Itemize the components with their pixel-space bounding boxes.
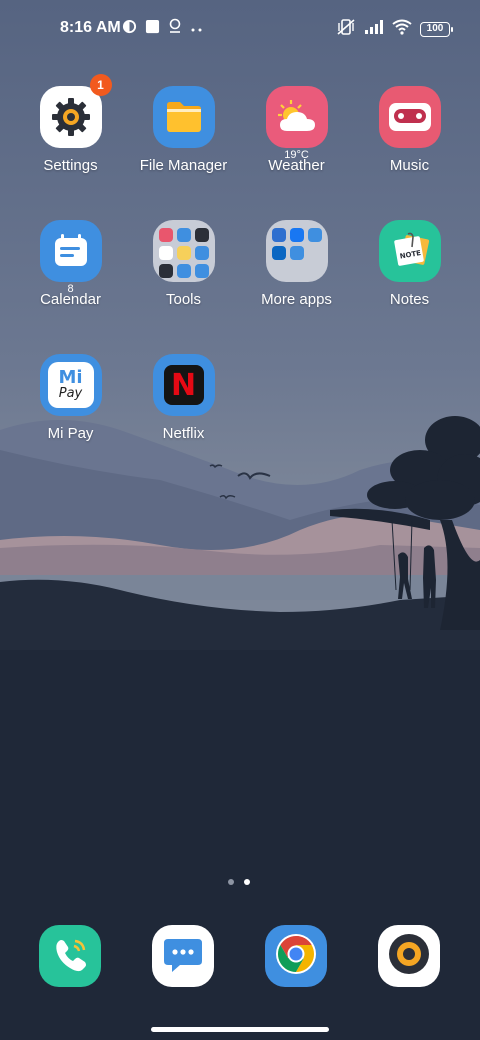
mi-remote-mini-icon — [176, 264, 191, 278]
mi-pay-logo-bottom: Pay — [58, 386, 83, 401]
store-mini-icon — [271, 228, 286, 242]
page-dot[interactable] — [228, 879, 234, 885]
more-apps-folder-icon — [265, 220, 328, 282]
battery-icon: 100 — [420, 22, 453, 37]
app-mini-icon — [289, 246, 304, 260]
note-icon: NOTE — [378, 220, 441, 282]
app-settings[interactable]: 1 Settings — [14, 74, 127, 174]
temperature-text: 19°C — [284, 149, 309, 161]
home-indicator[interactable] — [151, 1027, 329, 1032]
more-dots-icon — [190, 20, 204, 38]
mi-pay-logo-top: Mi — [58, 367, 83, 388]
app-label: Tools — [165, 291, 202, 308]
mi-pay-icon: Mi Pay — [39, 354, 102, 416]
page-indicator[interactable] — [228, 879, 250, 885]
dock-phone[interactable] — [39, 925, 101, 987]
status-bar: 8:16 AM 100 — [0, 14, 480, 42]
dock-camera[interactable] — [378, 925, 440, 987]
app-label: More apps — [261, 291, 332, 308]
page-dot-current[interactable] — [244, 879, 250, 885]
calendar-icon: 8 — [39, 220, 102, 295]
app-notes[interactable]: NOTE Notes — [353, 220, 466, 308]
sync-icon — [122, 19, 137, 39]
app-calendar[interactable]: 8 Calendar — [14, 220, 127, 308]
camera-mini-icon — [158, 246, 173, 260]
cassette-icon — [378, 86, 441, 148]
vibrate-off-icon — [336, 18, 356, 41]
gear-icon: 1 — [39, 74, 112, 148]
app-netflix[interactable]: N Netflix — [127, 354, 240, 442]
app-music[interactable]: Music — [353, 86, 466, 174]
square-notification-icon — [145, 19, 160, 39]
location-icon — [168, 18, 182, 39]
camera-icon — [387, 932, 431, 981]
app-more-apps-folder[interactable]: More apps — [240, 220, 353, 308]
app-weather[interactable]: 19°C Weather — [240, 86, 353, 174]
clock: 8:16 AM — [60, 19, 121, 36]
chrome-icon — [275, 933, 317, 980]
app-label: Music — [389, 157, 430, 174]
app-label: File Manager — [139, 157, 228, 174]
messages-icon — [162, 935, 204, 978]
netflix-logo: N — [170, 367, 197, 403]
clock-mini-icon — [194, 228, 209, 242]
app-label: Notes — [389, 291, 430, 308]
notification-badge: 1 — [89, 74, 112, 96]
feedback-mini-icon — [176, 246, 191, 260]
cleaner-mini-icon — [194, 246, 209, 260]
phone-icon — [51, 935, 89, 978]
app-mi-pay[interactable]: Mi Pay Mi Pay — [14, 354, 127, 442]
tools-folder-icon — [152, 220, 215, 282]
app-label: Settings — [43, 157, 98, 174]
dock-messages[interactable] — [152, 925, 214, 987]
calendar-date-text: 8 — [67, 283, 74, 295]
app-tools-folder[interactable]: Tools — [127, 220, 240, 308]
calculator-mini-icon — [176, 228, 191, 242]
scanner-mini-icon — [158, 264, 173, 278]
netflix-icon: N — [152, 354, 215, 416]
app-mini-icon — [307, 228, 322, 242]
facebook-mini-icon — [289, 228, 304, 242]
weather-sun-cloud-icon: 19°C — [265, 86, 328, 161]
app-file-manager[interactable]: File Manager — [127, 86, 240, 174]
app-label: Netflix — [162, 425, 205, 442]
downloads-mini-icon — [194, 264, 209, 278]
app-label: Mi Pay — [47, 425, 94, 442]
wifi-icon — [392, 19, 412, 40]
folder-icon — [152, 86, 215, 148]
contacts-mini-icon — [158, 228, 173, 242]
linkedin-mini-icon — [271, 246, 286, 260]
signal-icon — [364, 19, 384, 40]
dock-chrome[interactable] — [265, 925, 327, 987]
